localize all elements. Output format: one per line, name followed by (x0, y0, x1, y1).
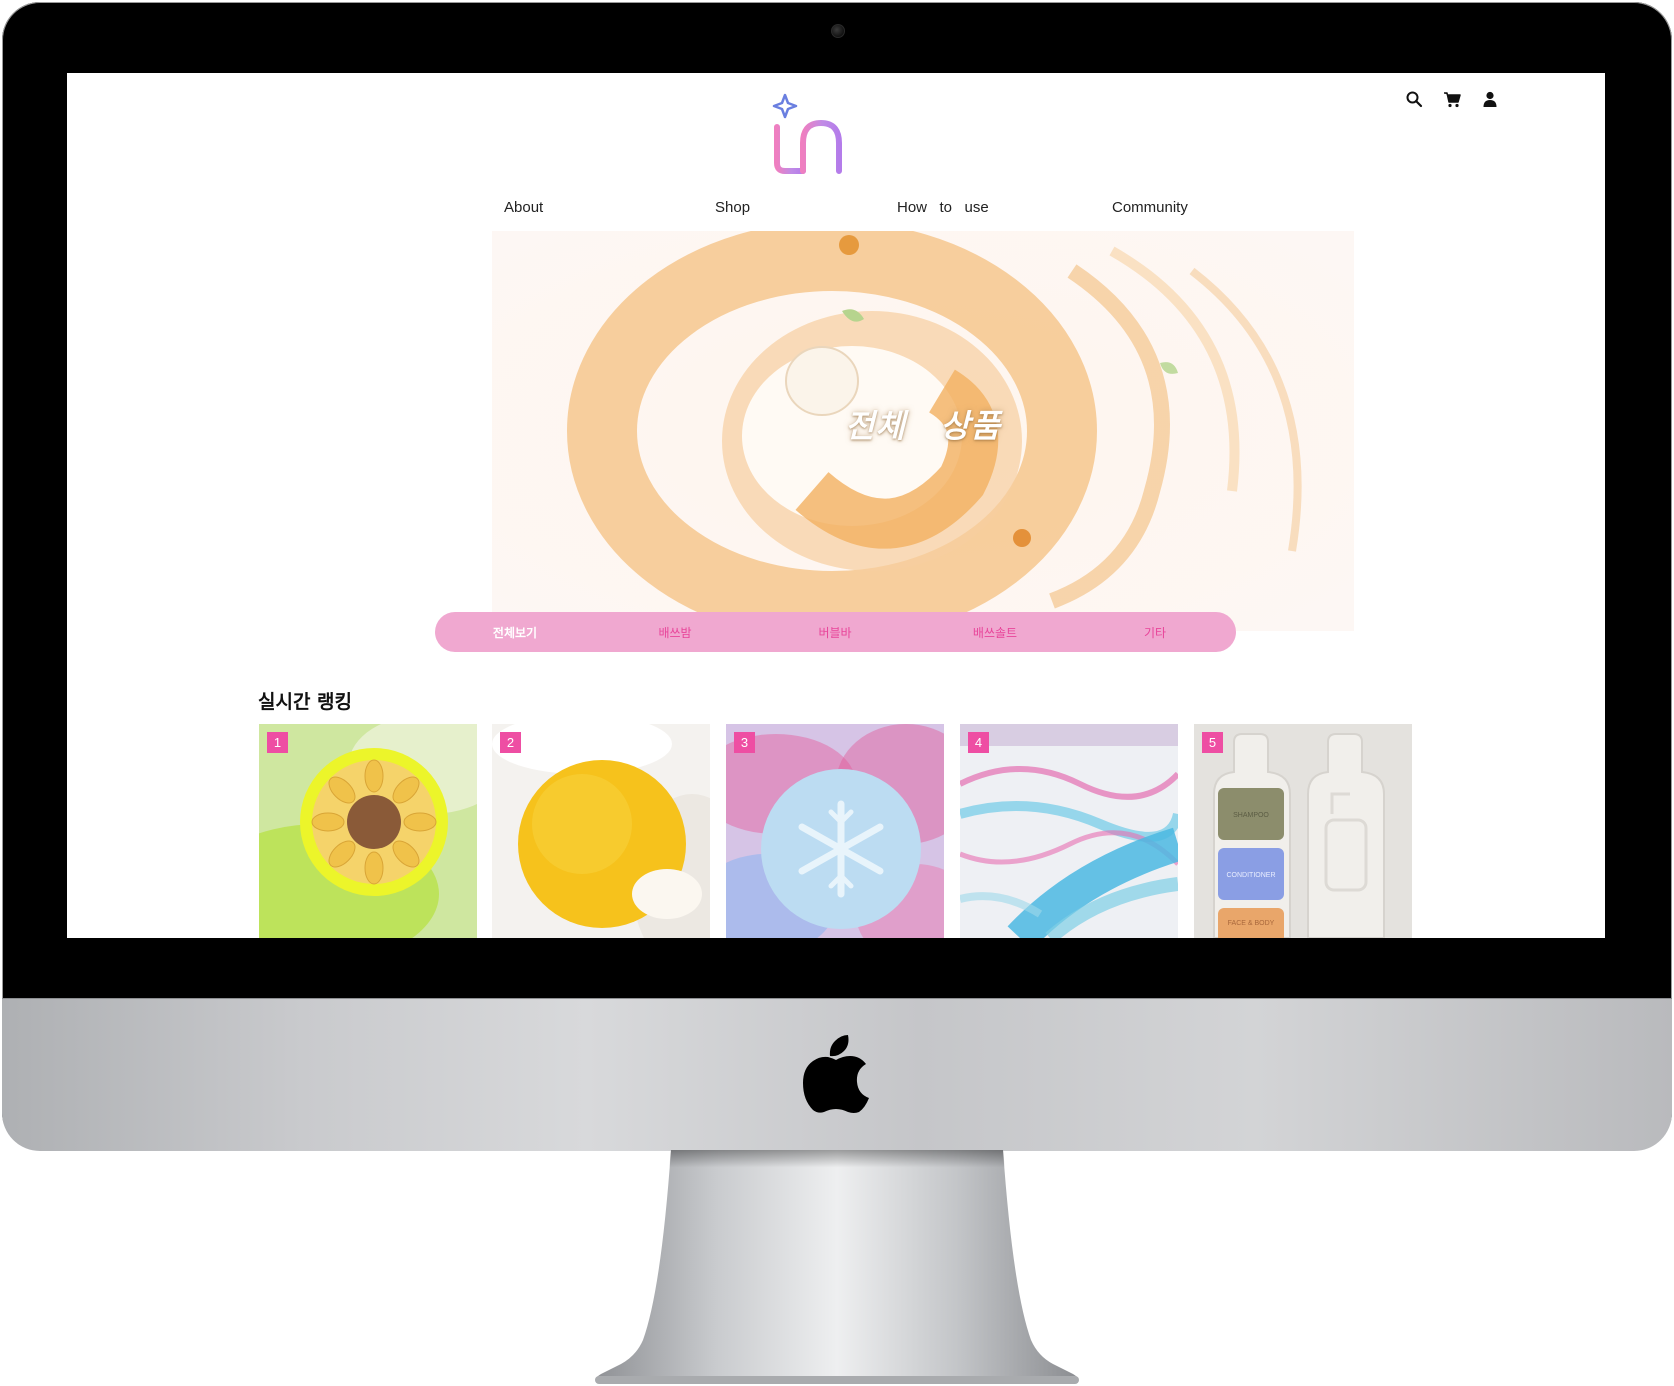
face-body-label: FACE & BODY (1228, 920, 1275, 927)
rank-badge: 3 (734, 732, 755, 753)
category-bar: 전체보기 배쓰밤 버블바 배쓰솔트 기타 (435, 612, 1236, 652)
main-nav: About Shop How to use Community (67, 199, 1605, 225)
shampoo-label: SHAMPOO (1233, 812, 1269, 819)
camera-icon (831, 24, 845, 38)
monitor-stand (595, 1150, 1079, 1384)
nav-item-shop[interactable]: Shop (715, 199, 750, 216)
apple-logo-icon (803, 1035, 869, 1113)
category-bath-salt[interactable]: 배쓰솔트 (935, 624, 1055, 641)
nav-item-about[interactable]: About (504, 199, 543, 216)
site-logo[interactable] (763, 93, 911, 183)
hero-banner: 전체 상품 (492, 231, 1354, 631)
ranking-item[interactable]: SHAMPOO CONDITIONER FACE & BODY 5 (1194, 724, 1412, 938)
nav-item-community[interactable]: Community (1112, 199, 1188, 216)
ranking-title: 실시간 랭킹 (258, 691, 353, 713)
category-bubble-bar[interactable]: 버블바 (775, 624, 895, 641)
rank-badge: 5 (1202, 732, 1223, 753)
nav-item-how-to-use[interactable]: How to use (897, 199, 989, 216)
browser-screen: About Shop How to use Community 전체 상품 전체… (67, 73, 1605, 938)
rank-badge: 4 (968, 732, 989, 753)
header-icon-group (1405, 87, 1515, 111)
user-icon[interactable] (1481, 90, 1499, 108)
category-all[interactable]: 전체보기 (455, 624, 575, 641)
rank-badge: 2 (500, 732, 521, 753)
hero-title: 전체 상품 (845, 407, 1001, 445)
sunflower-bath-bomb-image (259, 724, 477, 938)
ranking-item[interactable]: 2 (492, 724, 710, 938)
imac-mockup: About Shop How to use Community 전체 상품 전체… (0, 0, 1674, 1386)
soap-bars-set-image: SHAMPOO CONDITIONER FACE & BODY (1194, 724, 1412, 938)
yellow-bath-bomb-image (492, 724, 710, 938)
conditioner-label: CONDITIONER (1227, 872, 1276, 879)
ranking-item[interactable]: 4 (960, 724, 1178, 938)
search-icon[interactable] (1405, 90, 1423, 108)
snowflake-bath-bomb-image (726, 724, 944, 938)
cart-icon[interactable] (1443, 90, 1461, 108)
ranking-item[interactable]: 1 (259, 724, 477, 938)
marble-bath-water-image (960, 724, 1178, 938)
category-bath-bomb[interactable]: 배쓰밤 (615, 624, 735, 641)
rank-badge: 1 (267, 732, 288, 753)
ranking-item[interactable]: 3 (726, 724, 944, 938)
category-etc[interactable]: 기타 (1095, 624, 1215, 641)
